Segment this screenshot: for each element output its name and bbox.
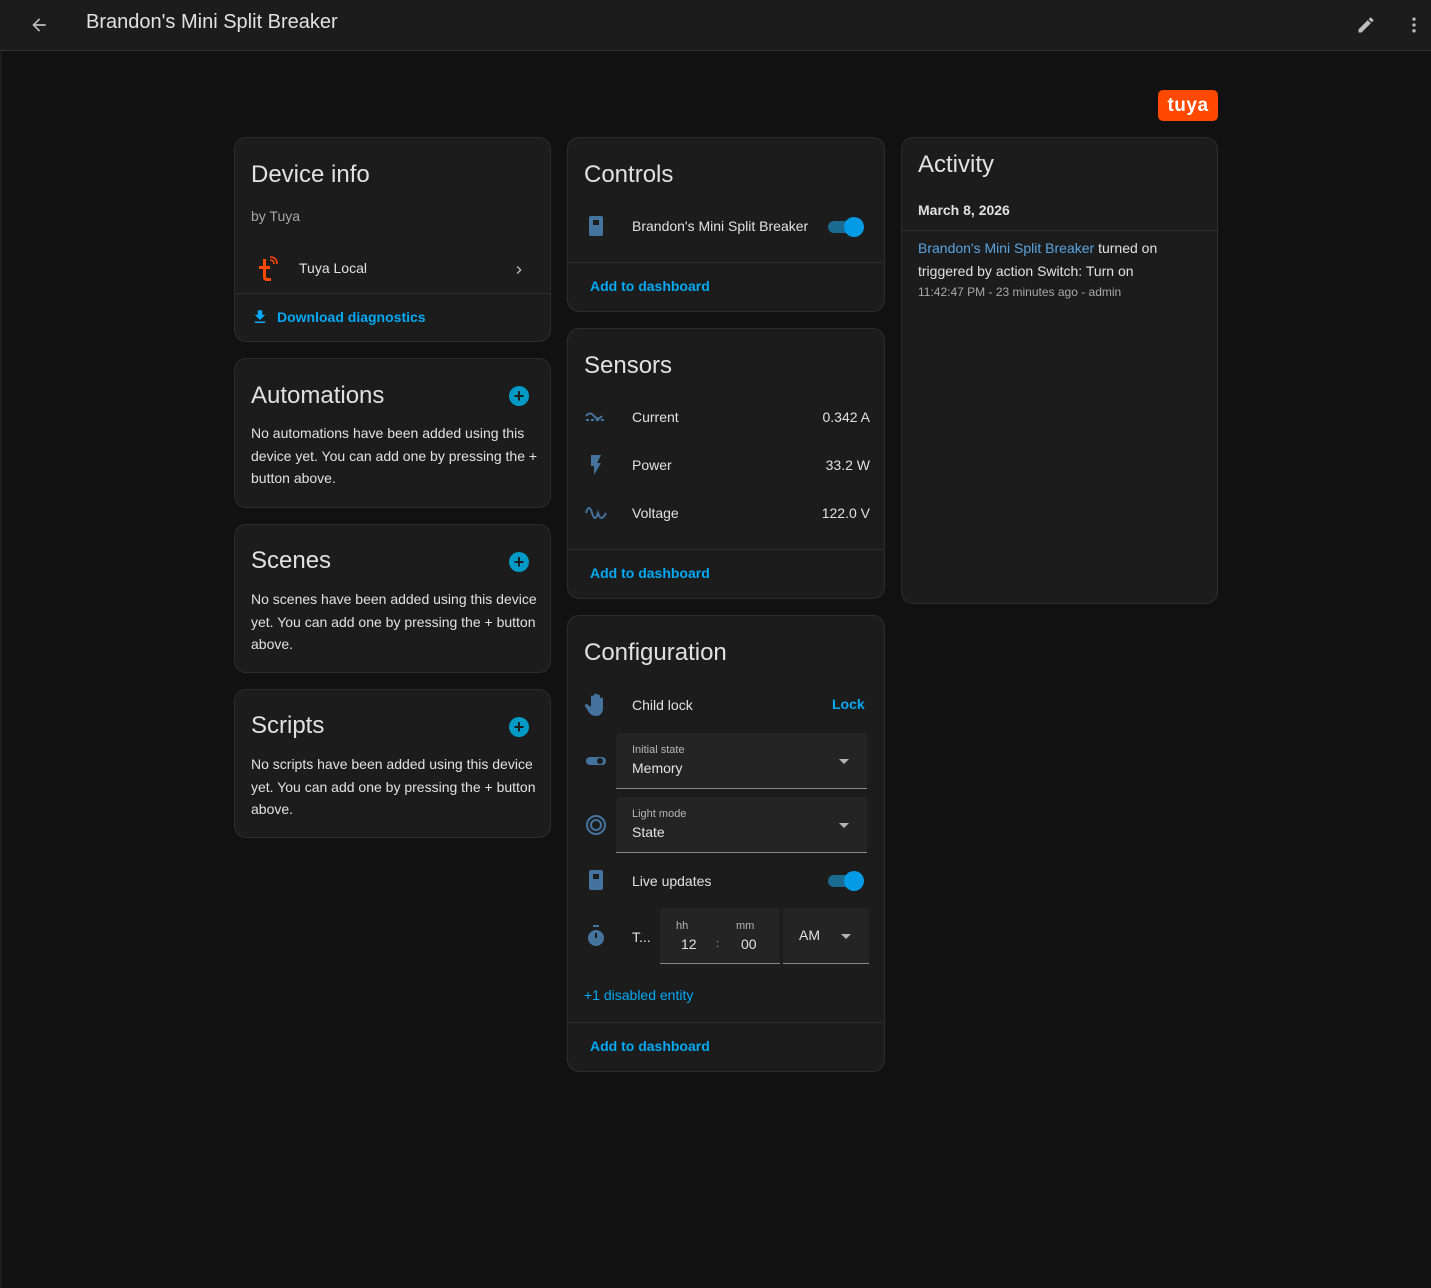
sensor-label: Voltage	[632, 505, 679, 521]
switch-label: Brandon's Mini Split Breaker	[632, 218, 809, 234]
tuya-logo: tuya	[1158, 90, 1218, 121]
card-title: Automations	[251, 382, 385, 409]
card-title: Scenes	[251, 547, 332, 574]
automations-empty-text: No automations have been added using thi…	[251, 425, 538, 486]
sensor-row-power[interactable]: Power 33.2 W	[568, 449, 886, 481]
device-info-card: Device info by Tuya Tuya Local Download …	[234, 137, 551, 342]
scripts-empty-text: No scripts have been added using this de…	[251, 756, 536, 817]
breaker-toggle[interactable]	[828, 216, 864, 238]
initial-state-select[interactable]: Initial state Memory	[616, 733, 867, 789]
sensor-value: 33.2 W	[825, 457, 870, 473]
activity-meta: 11:42:47 PM - 23 minutes ago - admin	[918, 285, 1122, 299]
scenes-card: Scenes + No scenes have been added using…	[234, 524, 551, 673]
breaker-switch-icon	[584, 868, 608, 892]
add-automation-button[interactable]: +	[509, 386, 529, 406]
hand-icon	[584, 692, 608, 718]
integration-row[interactable]: Tuya Local	[235, 248, 552, 292]
divider	[235, 293, 550, 294]
sensor-label: Power	[632, 457, 672, 473]
add-script-button[interactable]: +	[509, 717, 529, 737]
flash-icon	[584, 453, 608, 477]
light-mode-select[interactable]: Light mode State	[616, 797, 867, 853]
activity-trigger: triggered by action Switch: Turn on	[918, 263, 1134, 279]
manufacturer-text: by Tuya	[251, 208, 301, 224]
activity-entry: Brandon's Mini Split Breaker turned on	[918, 237, 1208, 260]
activity-action: turned on	[1094, 240, 1158, 256]
caret-down-icon	[841, 934, 851, 939]
divider	[568, 549, 884, 550]
sensor-label: Current	[632, 409, 679, 425]
child-lock-label: Child lock	[632, 697, 693, 713]
card-title: Activity	[918, 151, 995, 178]
mm-value[interactable]: 00	[741, 936, 757, 952]
activity-date: March 8, 2026	[918, 202, 1010, 218]
controls-add-to-dashboard-button[interactable]: Add to dashboard	[590, 278, 710, 294]
select-label: Light mode	[632, 808, 687, 820]
caret-down-icon	[839, 759, 849, 764]
card-title: Sensors	[584, 352, 673, 379]
card-title: Device info	[251, 161, 370, 188]
breaker-switch-icon	[584, 214, 608, 238]
ampm-select[interactable]: AM	[783, 908, 869, 964]
hh-label: hh	[676, 920, 689, 932]
top-app-bar: Brandon's Mini Split Breaker	[0, 0, 1431, 51]
live-updates-toggle[interactable]	[828, 870, 864, 892]
mm-label: mm	[736, 920, 755, 932]
timer-icon	[584, 924, 608, 948]
time-input[interactable]: hh 12 : mm 00	[660, 908, 780, 964]
page-edge	[0, 51, 2, 1288]
activity-card: Activity March 8, 2026 Brandon's Mini Sp…	[901, 137, 1218, 604]
sensor-row-current[interactable]: Current 0.342 A	[568, 401, 886, 433]
activity-entity-link[interactable]: Brandon's Mini Split Breaker	[918, 240, 1094, 256]
controls-card: Controls Brandon's Mini Split Breaker Ad…	[567, 137, 885, 312]
caret-down-icon	[839, 823, 849, 828]
sensor-value: 122.0 V	[821, 505, 870, 521]
scenes-empty-text: No scenes have been added using this dev…	[251, 591, 537, 652]
ampm-value: AM	[799, 927, 820, 943]
back-arrow-icon[interactable]	[26, 12, 52, 38]
timer-label: T...	[632, 929, 651, 945]
toggle-switch-icon	[584, 749, 608, 773]
download-diagnostics-label: Download diagnostics	[277, 309, 426, 325]
card-title: Configuration	[584, 639, 727, 666]
live-updates-label: Live updates	[632, 873, 712, 889]
chevron-right-icon	[509, 260, 529, 280]
select-value: Memory	[632, 760, 683, 776]
sine-wave-icon	[584, 501, 608, 525]
tuya-local-icon	[255, 256, 279, 284]
scripts-card: Scripts + No scripts have been added usi…	[234, 689, 551, 838]
target-circle-icon	[584, 813, 608, 837]
configuration-add-to-dashboard-button[interactable]: Add to dashboard	[590, 1038, 710, 1054]
page-title: Brandon's Mini Split Breaker	[86, 11, 338, 33]
sensor-value: 0.342 A	[822, 409, 871, 425]
pencil-icon[interactable]	[1353, 12, 1379, 38]
automations-card: Automations + No automations have been a…	[234, 358, 551, 508]
integration-label: Tuya Local	[299, 260, 367, 276]
divider	[902, 230, 1217, 231]
select-label: Initial state	[632, 744, 685, 756]
divider	[568, 1022, 884, 1023]
disabled-entities-link[interactable]: +1 disabled entity	[584, 987, 693, 1003]
configuration-card: Configuration Child lock Lock Initial st…	[567, 615, 885, 1072]
add-scene-button[interactable]: +	[509, 552, 529, 572]
divider	[568, 262, 884, 263]
current-ac-icon	[584, 405, 608, 429]
time-colon: :	[716, 938, 720, 950]
select-value: State	[632, 824, 665, 840]
more-vertical-icon[interactable]	[1401, 12, 1427, 38]
sensors-card: Sensors Current 0.342 A Power 33.2 W Vol…	[567, 328, 885, 599]
card-title: Scripts	[251, 712, 325, 739]
sensor-row-voltage[interactable]: Voltage 122.0 V	[568, 497, 886, 529]
download-icon	[251, 307, 269, 327]
sensors-add-to-dashboard-button[interactable]: Add to dashboard	[590, 565, 710, 581]
hh-value[interactable]: 12	[681, 936, 697, 952]
card-title: Controls	[584, 161, 674, 188]
child-lock-button[interactable]: Lock	[832, 696, 865, 712]
